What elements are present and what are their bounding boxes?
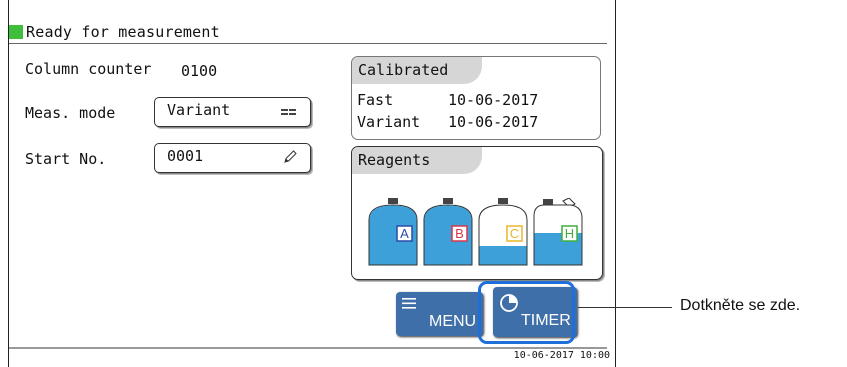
- bottom-divider: [9, 347, 607, 349]
- reagents-title: Reagents: [352, 147, 482, 174]
- list-grid-icon: [281, 109, 296, 115]
- reagent-label-c: C: [510, 226, 519, 241]
- timestamp: 10-06-2017 10:00: [513, 350, 610, 361]
- reagent-label-h: H: [565, 226, 574, 241]
- hamburger-icon: [402, 298, 416, 309]
- column-counter-label: Column counter: [25, 60, 152, 78]
- callout-line: [578, 307, 672, 308]
- reagent-label-b: B: [455, 226, 464, 241]
- start-no-label: Start No.: [25, 150, 107, 168]
- calibrated-row-date: 10-06-2017: [448, 113, 539, 131]
- reagent-bottle-c: C: [478, 198, 528, 266]
- reagent-label-a: A: [400, 226, 409, 241]
- menu-button[interactable]: MENU: [396, 292, 483, 336]
- reagents-panel[interactable]: Reagents A B C H: [351, 146, 603, 280]
- reagent-bottle-a: A: [368, 198, 418, 266]
- meas-mode-label: Meas. mode: [25, 104, 116, 122]
- start-no-field[interactable]: 0001: [154, 143, 311, 173]
- reagent-bottle-b: B: [423, 198, 473, 266]
- calibrated-panel: Calibrated Fast 10-06-2017 Variant 10-06…: [351, 56, 601, 140]
- reagent-bottle-h: H: [533, 198, 583, 266]
- calibrated-row-name: Fast: [357, 91, 394, 109]
- calibrated-title: Calibrated: [352, 57, 482, 84]
- menu-label: MENU: [429, 313, 477, 330]
- calibrated-row-date: 10-06-2017: [448, 91, 539, 109]
- calibrated-row-name: Variant: [357, 113, 421, 131]
- meas-mode-select[interactable]: Variant: [154, 97, 311, 127]
- pencil-icon: [284, 150, 297, 163]
- timer-highlight-frame: [478, 281, 575, 344]
- meas-mode-value: Variant: [167, 101, 231, 119]
- callout-text: Dotkněte se zde.: [680, 297, 801, 314]
- start-no-value: 0001: [167, 147, 204, 165]
- status-bar: Ready for measurement: [9, 21, 607, 44]
- status-indicator-icon: [9, 25, 23, 39]
- status-text: Ready for measurement: [26, 23, 220, 41]
- column-counter-value: 0100: [181, 62, 218, 80]
